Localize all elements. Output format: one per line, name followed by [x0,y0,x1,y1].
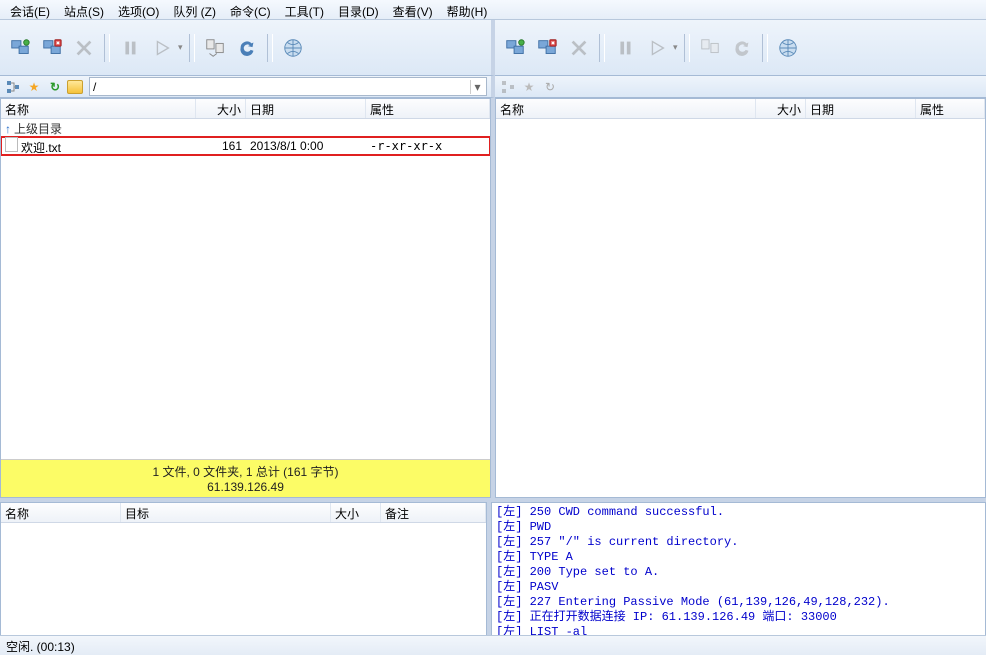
qcol-remark[interactable]: 备注 [381,503,486,522]
col-size-r[interactable]: 大小 [756,99,806,118]
col-attrs-r[interactable]: 属性 [916,99,985,118]
toolbar-separator [267,34,273,62]
toolbar-separator [599,34,605,62]
log-line: [左] 200 Type set to A. [496,565,981,580]
left-status-line2: 61.139.126.49 [207,480,284,494]
menu-session[interactable]: 会话(E) [4,2,56,17]
pause-button[interactable] [116,34,144,62]
log-line: [左] 250 CWD command successful. [496,505,981,520]
menu-options[interactable]: 选项(O) [112,2,165,17]
log-line: [左] PASV [496,580,981,595]
menu-tools[interactable]: 工具(T) [279,2,330,17]
log-line: [左] TYPE A [496,550,981,565]
up-arrow-icon: ↑ [5,122,11,136]
queue-list[interactable] [1,523,486,645]
queue-column-header: 名称 目标 大小 备注 [1,503,486,523]
left-status-bar: 1 文件, 0 文件夹, 1 总计 (161 字节) 61.139.126.49 [1,459,490,497]
qcol-size[interactable]: 大小 [331,503,381,522]
left-path-text: / [93,80,96,94]
left-column-header: 名称 大小 日期 属性 [1,99,490,119]
col-date-r[interactable]: 日期 [806,99,916,118]
refresh-button[interactable] [233,34,261,62]
pause-button-r[interactable] [611,34,639,62]
file-date: 2013/8/1 0:00 [246,138,366,154]
col-name[interactable]: 名称 [1,99,196,118]
file-name: 欢迎.txt [21,141,61,155]
log-pane[interactable]: [左] 250 CWD command successful.[左] PWD[左… [491,502,986,646]
right-column-header: 名称 大小 日期 属性 [496,99,985,119]
menu-queue[interactable]: 队列 (Z) [167,2,222,17]
menu-site[interactable]: 站点(S) [58,2,110,17]
transfer-mode-button[interactable] [201,34,229,62]
globe-button-r[interactable] [774,34,802,62]
log-line: [左] 257 "/" is current directory. [496,535,981,550]
log-line: [左] 正在打开数据连接 IP: 61.139.126.49 端口: 33000 [496,610,981,625]
favorite-icon-r[interactable]: ★ [520,78,538,96]
file-size: 161 [196,138,246,154]
log-line: [左] PWD [496,520,981,535]
menu-help[interactable]: 帮助(H) [441,2,494,17]
right-toolbar: ▾ [495,20,986,76]
play-dropdown-icon-r[interactable]: ▾ [673,42,678,53]
file-row[interactable]: 欢迎.txt 161 2013/8/1 0:00 -r-xr-xr-x [1,137,490,155]
toolbar-separator [684,34,690,62]
file-icon [5,137,18,152]
play-button[interactable] [148,34,176,62]
transfer-mode-button-r[interactable] [696,34,724,62]
col-size[interactable]: 大小 [196,99,246,118]
parent-dir-label: 上级目录 [14,122,62,136]
col-name-r[interactable]: 名称 [496,99,756,118]
right-file-pane: 名称 大小 日期 属性 [495,98,986,498]
up-nav-icon-r[interactable]: ↻ [541,78,559,96]
menu-commands[interactable]: 命令(C) [224,2,277,17]
toolbar-separator [104,34,110,62]
refresh-button-r[interactable] [728,34,756,62]
disconnect-button-r[interactable] [533,34,561,62]
col-attrs[interactable]: 属性 [366,99,490,118]
tree-icon-r[interactable] [499,78,517,96]
abort-button-r[interactable] [565,34,593,62]
left-file-list[interactable]: ↑上级目录 欢迎.txt 161 2013/8/1 0:00 -r-xr-xr-… [1,119,490,459]
tree-icon[interactable] [4,78,22,96]
play-button-r[interactable] [643,34,671,62]
up-nav-icon[interactable]: ↻ [46,78,64,96]
left-toolbar: ▾ [0,20,495,76]
queue-pane: 名称 目标 大小 备注 [0,502,487,646]
abort-button[interactable] [70,34,98,62]
right-address-bar: ★ ↻ [495,76,986,98]
left-path-input[interactable]: / ▾ [89,77,487,96]
right-file-list[interactable] [496,119,985,497]
log-line: [左] 227 Entering Passive Mode (61,139,12… [496,595,981,610]
parent-dir-row[interactable]: ↑上级目录 [1,119,490,137]
left-address-bar: ★ ↻ / ▾ [0,76,495,98]
left-status-line1: 1 文件, 0 文件夹, 1 总计 (161 字节) [152,465,338,479]
disconnect-button[interactable] [38,34,66,62]
folder-icon [67,80,83,94]
qcol-target[interactable]: 目标 [121,503,331,522]
connect-button[interactable] [6,34,34,62]
path-dropdown-icon[interactable]: ▾ [470,80,484,94]
left-file-pane: 名称 大小 日期 属性 ↑上级目录 欢迎.txt 161 2013/8/1 0:… [0,98,491,498]
menubar: 会话(E) 站点(S) 选项(O) 队列 (Z) 命令(C) 工具(T) 目录(… [0,0,986,20]
globe-button[interactable] [279,34,307,62]
menu-directory[interactable]: 目录(D) [332,2,385,17]
file-attrs: -r-xr-xr-x [366,138,490,154]
toolbar-separator [189,34,195,62]
play-dropdown-icon[interactable]: ▾ [178,42,183,53]
connect-button-r[interactable] [501,34,529,62]
col-date[interactable]: 日期 [246,99,366,118]
app-status-bar: 空闲. (00:13) [0,635,986,655]
app-status-text: 空闲. (00:13) [6,640,75,654]
favorite-icon[interactable]: ★ [25,78,43,96]
toolbar-separator [762,34,768,62]
menu-view[interactable]: 查看(V) [387,2,439,17]
qcol-name[interactable]: 名称 [1,503,121,522]
